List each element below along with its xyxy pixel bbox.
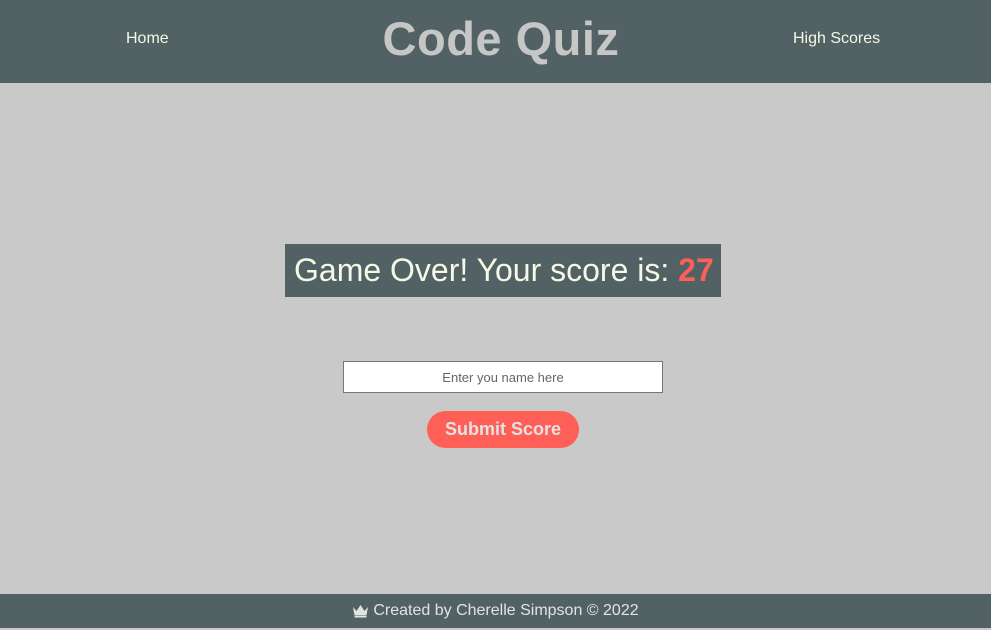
name-input[interactable]	[343, 361, 663, 393]
footer-credit: Created by Cherelle Simpson © 2022	[373, 602, 639, 619]
submit-score-button[interactable]: Submit Score	[427, 411, 579, 448]
crown-icon	[352, 597, 369, 630]
game-over-banner: Game Over! Your score is: 27	[285, 244, 721, 297]
game-over-message: Game Over! Your score is:	[294, 252, 679, 288]
nav-high-scores-link[interactable]: High Scores	[793, 30, 880, 48]
final-score: 27	[678, 252, 714, 288]
app-footer: Created by Cherelle Simpson © 2022	[0, 594, 991, 628]
app-header: Home Code Quiz High Scores	[0, 0, 991, 83]
